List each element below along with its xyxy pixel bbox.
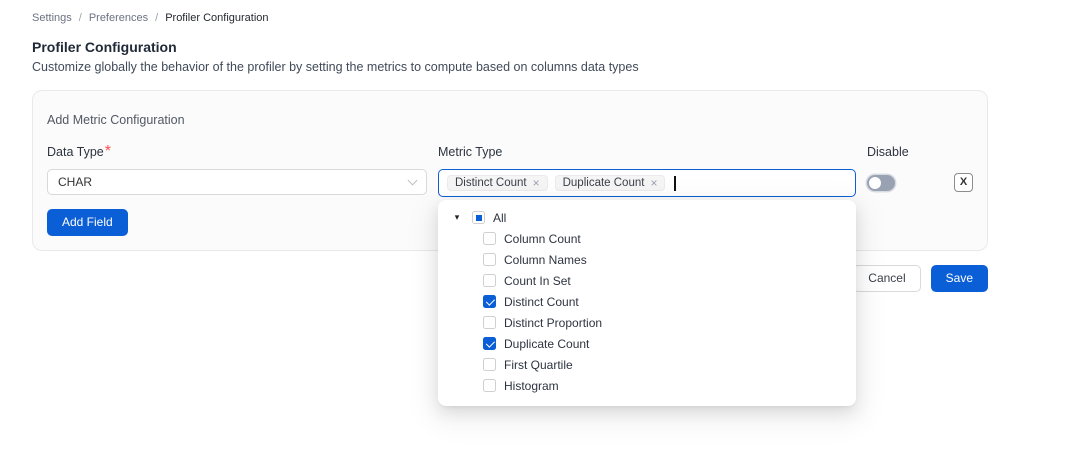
tree-option-duplicate-count[interactable]: Duplicate Count: [442, 333, 852, 354]
field-labels-row: Data Type* Metric Type Disable: [47, 143, 973, 161]
tree-option-all[interactable]: ▾ All: [442, 207, 852, 228]
data-type-select[interactable]: CHAR: [47, 169, 427, 195]
option-checkbox[interactable]: [483, 253, 496, 266]
add-field-button[interactable]: Add Field: [47, 209, 128, 236]
tree-option-column-names[interactable]: Column Names: [442, 249, 852, 270]
breadcrumb-separator: /: [79, 12, 82, 24]
tree-option-column-count[interactable]: Column Count: [442, 228, 852, 249]
data-type-value: CHAR: [58, 175, 92, 189]
card-title: Add Metric Configuration: [47, 113, 973, 127]
tag-remove-icon[interactable]: ×: [533, 177, 540, 189]
option-checkbox[interactable]: [483, 358, 496, 371]
option-label[interactable]: All: [493, 211, 506, 225]
option-checkbox[interactable]: [483, 316, 496, 329]
page-title: Profiler Configuration: [32, 39, 988, 55]
field-controls-row: CHAR Distinct Count × Duplicate Count ×: [47, 169, 973, 197]
toggle-knob: [869, 177, 881, 189]
metric-configuration-card: Add Metric Configuration Data Type* Metr…: [32, 90, 988, 251]
disable-toggle[interactable]: [867, 175, 895, 191]
chevron-down-icon: [408, 176, 418, 186]
breadcrumb-preferences[interactable]: Preferences: [89, 12, 148, 24]
option-checkbox[interactable]: [483, 274, 496, 287]
option-checkbox[interactable]: [483, 379, 496, 392]
remove-row-button[interactable]: X: [954, 173, 973, 192]
metric-type-multiselect[interactable]: Distinct Count × Duplicate Count ×: [438, 169, 856, 197]
breadcrumb-separator: /: [155, 12, 158, 24]
option-label[interactable]: Count In Set: [504, 274, 571, 288]
all-checkbox[interactable]: [472, 211, 485, 224]
page-content: Settings / Preferences / Profiler Config…: [32, 0, 988, 292]
tree-collapse-icon[interactable]: ▾: [450, 212, 464, 223]
option-checkbox[interactable]: [483, 295, 496, 308]
data-type-label: Data Type: [47, 145, 104, 159]
tag-remove-icon[interactable]: ×: [650, 177, 657, 189]
metric-type-label: Metric Type: [438, 145, 502, 159]
option-label[interactable]: Distinct Count: [504, 295, 579, 309]
metric-type-dropdown: ▾ All Column Count Column Names Co: [438, 200, 856, 406]
tree-option-histogram[interactable]: Histogram: [442, 375, 852, 396]
option-label[interactable]: Column Names: [504, 253, 587, 267]
page-subtitle: Customize globally the behavior of the p…: [32, 60, 988, 74]
tree-option-distinct-proportion[interactable]: Distinct Proportion: [442, 312, 852, 333]
option-label[interactable]: Distinct Proportion: [504, 316, 602, 330]
option-checkbox[interactable]: [483, 337, 496, 350]
save-button[interactable]: Save: [931, 265, 988, 292]
required-asterisk: *: [105, 143, 111, 160]
tag-label: Duplicate Count: [563, 177, 645, 189]
option-label[interactable]: First Quartile: [504, 358, 573, 372]
option-checkbox[interactable]: [483, 232, 496, 245]
breadcrumb-current: Profiler Configuration: [165, 12, 268, 24]
option-label[interactable]: Column Count: [504, 232, 581, 246]
option-label[interactable]: Duplicate Count: [504, 337, 589, 351]
tree-option-first-quartile[interactable]: First Quartile: [442, 354, 852, 375]
disable-label: Disable: [867, 145, 909, 159]
option-label[interactable]: Histogram: [504, 379, 559, 393]
cancel-button[interactable]: Cancel: [853, 265, 920, 292]
text-cursor: [674, 176, 676, 191]
tree-option-count-in-set[interactable]: Count In Set: [442, 270, 852, 291]
breadcrumb: Settings / Preferences / Profiler Config…: [32, 12, 988, 24]
selected-tag-duplicate-count: Duplicate Count ×: [555, 175, 666, 191]
breadcrumb-settings[interactable]: Settings: [32, 12, 72, 24]
selected-tag-distinct-count: Distinct Count ×: [447, 175, 548, 191]
tree-option-distinct-count[interactable]: Distinct Count: [442, 291, 852, 312]
tag-label: Distinct Count: [455, 177, 527, 189]
